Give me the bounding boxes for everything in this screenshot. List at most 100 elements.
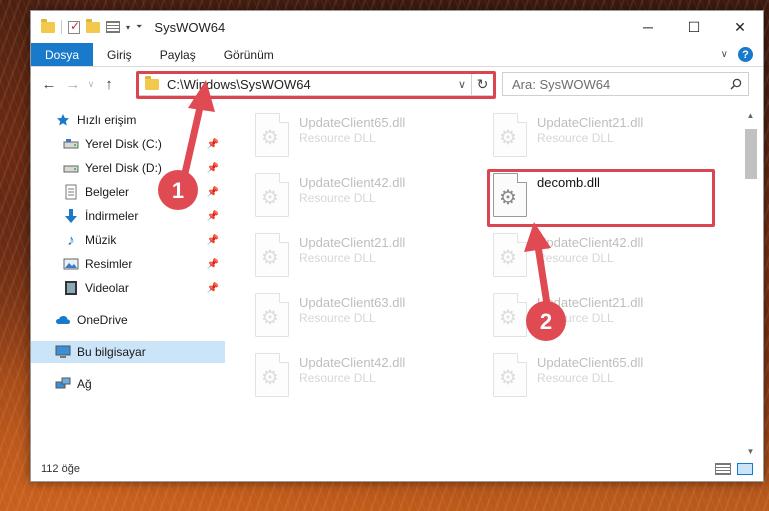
network-icon bbox=[55, 376, 71, 392]
close-button[interactable]: ✕ bbox=[717, 11, 763, 43]
vertical-scrollbar[interactable]: ▲ ▼ bbox=[742, 107, 759, 459]
sidebar-item-music[interactable]: ♪ Müzik 📌 bbox=[31, 229, 225, 251]
tiles-view-button[interactable] bbox=[737, 463, 753, 475]
tab-view[interactable]: Görünüm bbox=[210, 43, 288, 66]
file-name: UpdateClient21.dll bbox=[299, 235, 406, 250]
file-item[interactable]: ⚙ UpdateClient65.dll Resource DLL bbox=[493, 353, 713, 403]
sidebar-item-label: Bu bilgisayar bbox=[77, 345, 146, 359]
sidebar-item-local-disk-c[interactable]: Yerel Disk (C:) 📌 bbox=[31, 133, 225, 155]
expand-ribbon-icon[interactable]: ∨ bbox=[721, 49, 728, 60]
dll-file-icon: ⚙ bbox=[255, 113, 289, 157]
dll-file-icon: ⚙ bbox=[255, 173, 289, 217]
file-item[interactable]: ⚙ UpdateClient42.dll Resource DLL bbox=[493, 233, 713, 283]
file-type: Resource DLL bbox=[299, 131, 376, 145]
drive-icon bbox=[63, 160, 79, 176]
quick-access-toolbar: ▾ ⏷ bbox=[31, 18, 142, 34]
scroll-thumb[interactable] bbox=[744, 129, 757, 179]
sidebar-item-label: Hızlı erişim bbox=[77, 113, 137, 127]
file-name: UpdateClient21.dll bbox=[537, 115, 644, 130]
file-name: UpdateClient65.dll bbox=[299, 115, 406, 130]
tab-share[interactable]: Paylaş bbox=[146, 43, 210, 66]
scroll-up-icon[interactable]: ▲ bbox=[742, 107, 759, 123]
file-type: Resource DLL bbox=[299, 191, 376, 205]
search-icon[interactable] bbox=[724, 78, 748, 90]
chevron-down-icon[interactable]: ▾ bbox=[126, 23, 130, 32]
help-icon[interactable]: ? bbox=[738, 47, 753, 62]
window-title: SysWOW64 bbox=[154, 19, 226, 35]
dll-file-icon: ⚙ bbox=[255, 353, 289, 397]
file-item[interactable]: ⚙ UpdateClient65.dll Resource DLL bbox=[255, 113, 475, 163]
video-icon bbox=[63, 280, 79, 296]
sidebar-item-network[interactable]: Ağ bbox=[31, 373, 225, 395]
search-input[interactable]: Ara: SysWOW64 bbox=[512, 77, 724, 92]
pin-icon[interactable]: 📌 bbox=[207, 211, 219, 222]
documents-icon bbox=[63, 184, 79, 200]
search-box[interactable]: Ara: SysWOW64 bbox=[502, 72, 749, 96]
new-folder-icon[interactable] bbox=[86, 18, 100, 33]
tab-home[interactable]: Giriş bbox=[93, 43, 146, 66]
computer-icon bbox=[55, 344, 71, 360]
file-item[interactable]: ⚙ UpdateClient42.dll Resource DLL bbox=[255, 353, 475, 403]
pin-icon[interactable]: 📌 bbox=[207, 259, 219, 270]
recent-locations-icon[interactable]: ∨ bbox=[85, 72, 97, 96]
pin-icon[interactable]: 📌 bbox=[207, 163, 219, 174]
sidebar-item-local-disk-d[interactable]: Yerel Disk (D:) 📌 bbox=[31, 157, 225, 179]
sidebar-item-label: Belgeler bbox=[85, 185, 130, 199]
dll-file-icon: ⚙ bbox=[493, 353, 527, 397]
file-item[interactable]: ⚙ UpdateClient21.dll Resource DLL bbox=[493, 293, 713, 343]
forward-button[interactable]: → bbox=[61, 72, 85, 96]
navigation-pane: Hızlı erişim Yerel Disk (C:) 📌 Yerel Dis… bbox=[31, 107, 225, 447]
sidebar-item-label: Müzik bbox=[85, 233, 117, 247]
tab-file[interactable]: Dosya bbox=[31, 43, 94, 66]
sidebar-item-videos[interactable]: Videolar 📌 bbox=[31, 277, 225, 299]
sidebar-item-label: Resimler bbox=[85, 257, 133, 271]
pin-icon[interactable]: 📌 bbox=[207, 139, 219, 150]
file-type: Resource DLL bbox=[537, 311, 614, 325]
sidebar-item-label: Ağ bbox=[77, 377, 92, 391]
status-bar: 112 öğe bbox=[31, 457, 763, 481]
file-name: UpdateClient42.dll bbox=[537, 235, 644, 250]
file-name: UpdateClient65.dll bbox=[537, 355, 644, 370]
file-item[interactable]: ⚙ UpdateClient21.dll Resource DLL bbox=[255, 233, 475, 283]
folder-icon bbox=[41, 18, 55, 33]
sidebar-item-label: Videolar bbox=[85, 281, 129, 295]
sidebar-item-pictures[interactable]: Resimler 📌 bbox=[31, 253, 225, 275]
dll-file-icon: ⚙ bbox=[493, 113, 527, 157]
sidebar-item-onedrive[interactable]: OneDrive bbox=[31, 309, 225, 331]
pin-icon[interactable]: 📌 bbox=[207, 283, 219, 294]
sidebar-item-downloads[interactable]: İndirmeler 📌 bbox=[31, 205, 225, 227]
file-item[interactable]: ⚙ UpdateClient21.dll Resource DLL bbox=[493, 113, 713, 163]
file-name: UpdateClient63.dll bbox=[299, 295, 406, 310]
file-name: UpdateClient21.dll bbox=[537, 295, 644, 310]
file-type: Resource DLL bbox=[299, 371, 376, 385]
up-button[interactable]: ↑ bbox=[97, 72, 121, 96]
sidebar-item-documents[interactable]: Belgeler 📌 bbox=[31, 181, 225, 203]
dll-file-icon: ⚙ bbox=[255, 233, 289, 277]
properties-check-icon[interactable] bbox=[68, 19, 80, 34]
file-type: Resource DLL bbox=[299, 251, 376, 265]
maximize-button[interactable]: ☐ bbox=[671, 11, 717, 43]
file-item[interactable]: ⚙ UpdateClient63.dll Resource DLL bbox=[255, 293, 475, 343]
sidebar-item-this-pc[interactable]: Bu bilgisayar bbox=[31, 341, 225, 363]
pin-icon[interactable]: 📌 bbox=[207, 235, 219, 246]
file-item[interactable]: ⚙ UpdateClient42.dll Resource DLL bbox=[255, 173, 475, 223]
file-type: Resource DLL bbox=[537, 371, 614, 385]
sidebar-item-label: Yerel Disk (C:) bbox=[85, 137, 162, 151]
details-view-button[interactable] bbox=[715, 463, 731, 475]
dll-file-icon: ⚙ bbox=[255, 293, 289, 337]
file-name: UpdateClient42.dll bbox=[299, 355, 406, 370]
pin-icon[interactable]: 📌 bbox=[207, 187, 219, 198]
music-icon: ♪ bbox=[67, 231, 75, 249]
file-highlight-box bbox=[487, 169, 715, 227]
star-icon bbox=[55, 112, 71, 128]
sidebar-item-label: İndirmeler bbox=[85, 209, 139, 223]
sidebar-item-label: OneDrive bbox=[77, 313, 128, 327]
minimize-button[interactable]: ─ bbox=[625, 11, 671, 43]
sidebar-item-quick-access[interactable]: Hızlı erişim bbox=[31, 109, 225, 131]
cloud-icon bbox=[55, 312, 71, 328]
file-type: Resource DLL bbox=[299, 311, 376, 325]
customize-toolbar-icon[interactable]: ⏷ bbox=[136, 22, 142, 32]
ribbon-tabs: Dosya Giriş Paylaş Görünüm ∨ ? bbox=[31, 43, 763, 67]
back-button[interactable]: ← bbox=[37, 72, 61, 96]
properties-icon[interactable] bbox=[106, 21, 120, 33]
